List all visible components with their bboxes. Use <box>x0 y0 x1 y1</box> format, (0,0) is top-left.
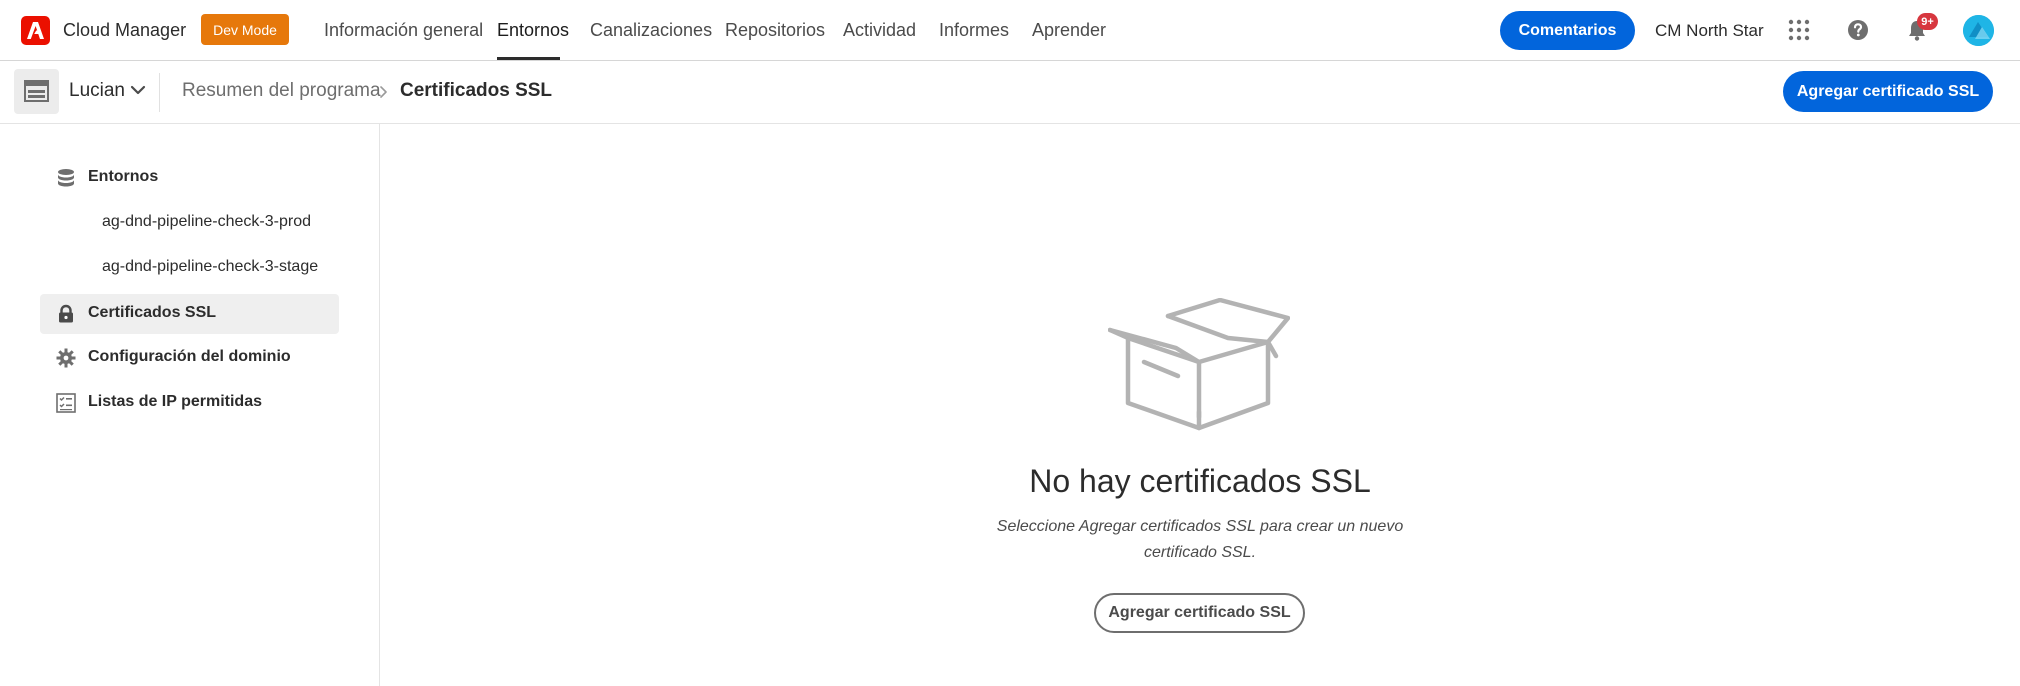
sidebar-item-environments[interactable]: Entornos <box>40 158 339 198</box>
nav-aprender[interactable]: Aprender <box>1032 20 1106 41</box>
active-nav-indicator <box>497 57 560 60</box>
feedback-button[interactable]: Comentarios <box>1500 11 1635 50</box>
empty-state-title: No hay certificados SSL <box>1029 463 1371 499</box>
gear-icon <box>56 348 76 368</box>
app-title[interactable]: Cloud Manager <box>63 20 186 41</box>
sidebar-item-label: Listas de IP permitidas <box>88 393 262 410</box>
empty-box-illustration <box>1108 298 1290 431</box>
sidebar-item-ip-allow-lists[interactable]: Listas de IP permitidas <box>40 383 339 423</box>
sidebar-item-label: Certificados SSL <box>88 304 217 321</box>
nav-entornos[interactable]: Entornos <box>497 20 569 41</box>
sidebar-item-label: Configuración del dominio <box>88 348 291 365</box>
nav-repositorios[interactable]: Repositorios <box>725 20 825 41</box>
breadcrumb-current-page: Certificados SSL <box>400 80 553 101</box>
sidebar-item-env-prod[interactable]: ag-dnd-pipeline-check-3-prod <box>102 213 311 231</box>
sidebar-item-domain-settings[interactable]: Configuración del dominio <box>40 338 339 378</box>
org-switcher[interactable]: CM North Star <box>1655 21 1764 41</box>
sidebar-item-label: Entornos <box>88 168 159 185</box>
top-navigation-bar: Cloud Manager Dev Mode Información gener… <box>0 0 2020 61</box>
nav-actividad[interactable]: Actividad <box>843 20 916 41</box>
checklist-icon <box>56 393 76 413</box>
add-ssl-certificate-secondary-button[interactable]: Agregar certificado SSL <box>1094 593 1305 633</box>
divider <box>159 73 160 112</box>
nav-informes[interactable]: Informes <box>939 20 1009 41</box>
sidebar-item-env-stage[interactable]: ag-dnd-pipeline-check-3-stage <box>102 258 318 276</box>
sidebar-item-ssl-certificates[interactable]: Certificados SSL <box>40 294 339 334</box>
sidebar: Entornos ag-dnd-pipeline-check-3-prod ag… <box>0 124 380 686</box>
database-icon <box>58 169 74 187</box>
program-icon[interactable] <box>14 69 59 114</box>
dev-mode-badge: Dev Mode <box>201 14 289 45</box>
chevron-right-icon <box>380 86 387 98</box>
lock-icon <box>59 304 73 323</box>
nav-informacion-general[interactable]: Información general <box>324 20 483 41</box>
notification-badge: 9+ <box>1917 13 1938 30</box>
avatar[interactable] <box>1963 15 1994 46</box>
program-subheader: Lucian Resumen del programa Certificados… <box>0 61 2020 124</box>
app-switcher-icon[interactable] <box>1788 19 1810 41</box>
adobe-logo-icon[interactable] <box>21 16 50 45</box>
program-switcher[interactable]: Lucian <box>69 80 125 102</box>
nav-canalizaciones[interactable]: Canalizaciones <box>590 20 712 41</box>
chevron-down-icon[interactable] <box>130 84 146 96</box>
breadcrumb-program-summary[interactable]: Resumen del programa <box>182 80 381 102</box>
empty-state-description: Seleccione Agregar certificados SSL para… <box>996 518 1404 561</box>
add-ssl-certificate-button[interactable]: Agregar certificado SSL <box>1783 71 1993 112</box>
help-icon[interactable] <box>1847 19 1869 41</box>
